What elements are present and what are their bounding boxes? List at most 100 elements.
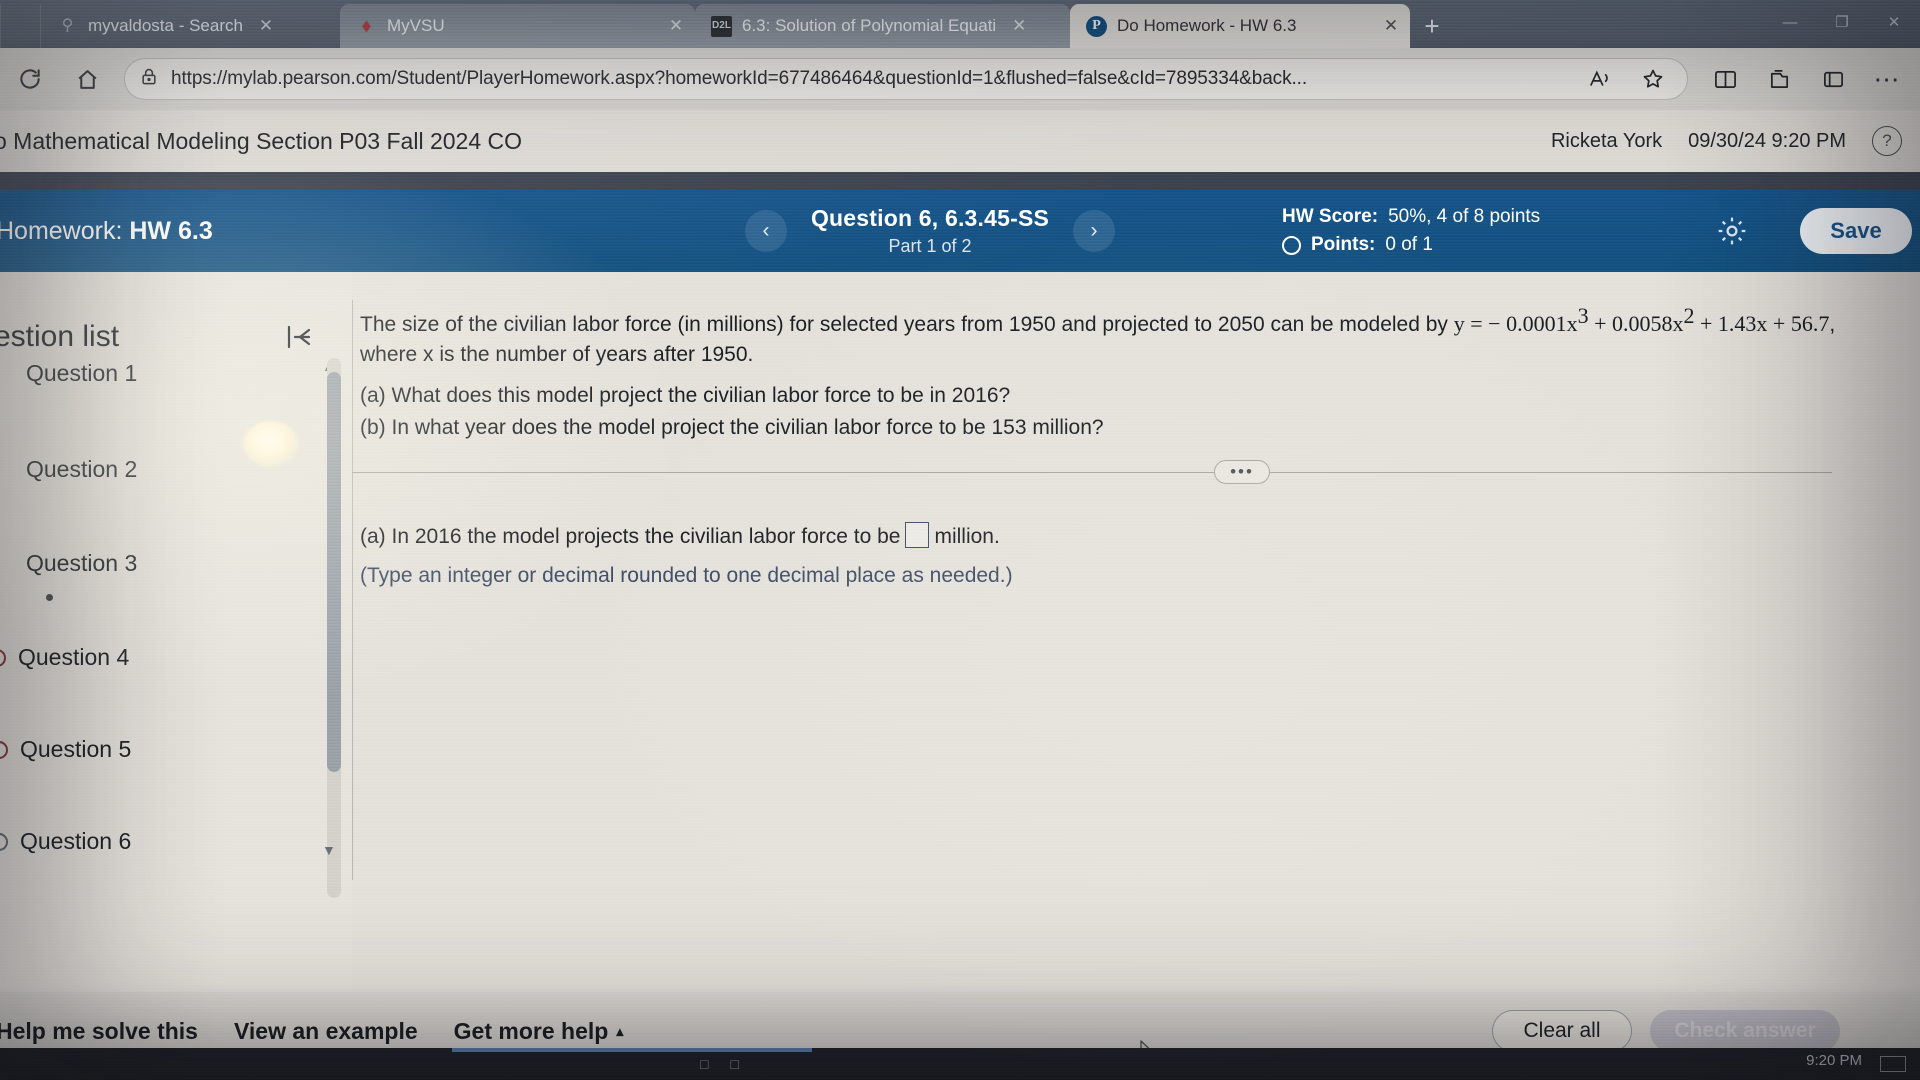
- problem-stem-part1: The size of the civilian labor force (in…: [360, 313, 1454, 336]
- question-panel: The size of the civilian labor force (in…: [352, 272, 1920, 992]
- taskbar-icon-1[interactable]: □: [700, 1056, 708, 1072]
- maximize-button[interactable]: ❐: [1816, 13, 1868, 31]
- sidebar-item-question-5[interactable]: Question 5: [0, 736, 131, 763]
- course-title: o Mathematical Modeling Section P03 Fall…: [0, 127, 523, 154]
- points-status-icon: [1282, 235, 1301, 255]
- minimize-button[interactable]: —: [1764, 14, 1816, 31]
- help-icon[interactable]: ?: [1872, 126, 1902, 156]
- answer-input[interactable]: [905, 522, 930, 548]
- refresh-icon[interactable]: [0, 52, 60, 106]
- question-status-icon: [0, 461, 14, 479]
- sidebar-item-question-4[interactable]: Question 4: [0, 644, 129, 671]
- content-area: estion list ▲ ▼ Question 1 Question 2 Qu…: [0, 272, 1920, 1080]
- close-icon[interactable]: ✕: [663, 13, 689, 39]
- points-label: Points:: [1311, 234, 1376, 255]
- problem-equation-1: y = − 0.0001x: [1453, 311, 1578, 336]
- scroll-down-arrow[interactable]: ▼: [322, 842, 336, 858]
- close-window-button[interactable]: ✕: [1868, 13, 1920, 31]
- address-bar[interactable]: https://mylab.pearson.com/Student/Player…: [124, 58, 1688, 100]
- taskbar-active-window-indicator[interactable]: [452, 1048, 812, 1052]
- home-icon[interactable]: [60, 52, 114, 106]
- problem-equation-3: + 1.43x + 56.7: [1694, 311, 1830, 336]
- sidebar-item-question-2[interactable]: Question 2: [0, 456, 137, 483]
- nav-right-icons: ⋯: [1698, 52, 1920, 106]
- expand-more-button[interactable]: •••: [1214, 460, 1270, 484]
- hw-score-value: 50%, 4 of 8 points: [1388, 206, 1541, 227]
- check-answer-button[interactable]: Check answer: [1650, 1010, 1840, 1052]
- problem-exponent-1: 3: [1577, 303, 1589, 328]
- question-progress-dot: [46, 594, 53, 601]
- sidebar-item-label: Question 4: [18, 644, 130, 670]
- browser-tab-label: MyVSU: [387, 16, 445, 35]
- split-screen-icon[interactable]: [1698, 52, 1752, 106]
- app-header: o Mathematical Modeling Section P03 Fall…: [0, 110, 1920, 172]
- user-name: Ricketa York: [1550, 129, 1663, 152]
- sidebar-item-label: Question 1: [26, 360, 138, 386]
- browser-tab-strip: ⚲ myvaldosta - Search ✕ ♦ MyVSU ✕ D2L 6.…: [0, 0, 1920, 48]
- taskbar-clock[interactable]: 9:20 PM: [1806, 1052, 1862, 1069]
- star-icon[interactable]: [1633, 52, 1673, 106]
- get-more-help-label: Get more help: [453, 1018, 609, 1044]
- points-line: Points: 0 of 1: [1282, 234, 1540, 256]
- close-icon[interactable]: ✕: [1378, 13, 1404, 39]
- previous-question-button[interactable]: ‹: [745, 210, 787, 252]
- taskbar-icon-2[interactable]: □: [730, 1056, 738, 1072]
- save-button[interactable]: Save: [1800, 208, 1912, 254]
- close-icon[interactable]: ✕: [253, 13, 279, 39]
- next-question-button[interactable]: ›: [1073, 210, 1115, 252]
- sidebar-item-question-3[interactable]: Question 3: [0, 550, 137, 577]
- lock-icon: [139, 67, 159, 92]
- view-an-example-button[interactable]: View an example: [234, 1018, 418, 1045]
- screen-photo: ⚲ myvaldosta - Search ✕ ♦ MyVSU ✕ D2L 6.…: [0, 0, 1920, 1080]
- browser-tab-1[interactable]: ♦ MyVSU ✕: [340, 4, 695, 48]
- points-value: 0 of 1: [1385, 234, 1433, 255]
- close-icon[interactable]: ✕: [1006, 13, 1032, 39]
- sidebar-item-label: Question 5: [20, 736, 132, 762]
- homework-name: HW 6.3: [129, 216, 213, 245]
- problem-part-b: (b) In what year does the model project …: [360, 415, 1104, 439]
- question-title-block: Question 6, 6.3.45-SS Part 1 of 2: [805, 205, 1055, 257]
- help-me-solve-this-button[interactable]: Help me solve this: [0, 1018, 198, 1045]
- clear-all-button[interactable]: Clear all: [1492, 1010, 1632, 1052]
- chevron-up-icon: ▴: [616, 1023, 624, 1039]
- sidebar-scrollbar-thumb[interactable]: [327, 372, 341, 772]
- answer-prompt-prefix: (a) In 2016 the model projects the civil…: [360, 525, 901, 548]
- sidebar-item-question-1[interactable]: Question 1: [0, 360, 137, 387]
- homework-title: Homework: HW 6.3: [0, 217, 213, 246]
- problem-statement: The size of the civilian labor force (in…: [360, 305, 1860, 371]
- question-status-icon: [0, 365, 14, 383]
- section-divider: [352, 472, 1832, 473]
- browser-tab-0[interactable]: ⚲ myvaldosta - Search ✕: [40, 4, 340, 48]
- question-title: Question 6, 6.3.45-SS: [810, 205, 1050, 231]
- question-status-icon: [0, 555, 14, 573]
- more-options-icon[interactable]: ⋯: [1860, 52, 1914, 106]
- problem-part-a: (a) What does this model project the civ…: [360, 384, 1011, 407]
- collections-icon[interactable]: [1752, 52, 1806, 106]
- read-aloud-icon[interactable]: [1581, 52, 1621, 106]
- browser-tab-label: 6.3: Solution of Polynomial Equati: [742, 16, 997, 35]
- problem-subquestions: (a) What does this model project the civ…: [360, 380, 1560, 443]
- new-tab-button[interactable]: +: [1410, 4, 1454, 48]
- app-header-right: Ricketa York 09/30/24 9:20 PM ?: [1551, 126, 1902, 156]
- hw-score-label: HW Score:: [1282, 206, 1379, 227]
- help-links: Help me solve this View an example Get m…: [0, 1018, 623, 1045]
- sidebar-item-label: Question 3: [26, 550, 138, 576]
- collapse-panel-icon[interactable]: [282, 322, 316, 360]
- question-navigator: ‹ Question 6, 6.3.45-SS Part 1 of 2 ›: [745, 190, 1115, 272]
- score-block: HW Score: 50%, 4 of 8 points Points: 0 o…: [1282, 190, 1540, 272]
- browser-tab-label: Do Homework - HW 6.3: [1117, 16, 1297, 35]
- gear-icon[interactable]: [1715, 214, 1749, 248]
- get-more-help-button[interactable]: Get more help ▴: [454, 1018, 624, 1045]
- question-status-icon: [0, 740, 8, 759]
- browser-tab-2[interactable]: D2L 6.3: Solution of Polynomial Equati ✕: [695, 4, 1070, 48]
- url-text: https://mylab.pearson.com/Student/Player…: [171, 68, 1308, 89]
- question-list-heading: estion list: [0, 320, 120, 353]
- sidebar-item-question-6[interactable]: Question 6: [0, 828, 131, 855]
- homework-bar: Homework: HW 6.3 ‹ Question 6, 6.3.45-SS…: [0, 190, 1920, 272]
- browser-tab-3[interactable]: P Do Homework - HW 6.3 ✕: [1070, 4, 1410, 48]
- browser-essentials-icon[interactable]: [1806, 52, 1860, 106]
- tab-strip-edge: [0, 4, 40, 48]
- taskbar-tray-icon[interactable]: [1880, 1056, 1906, 1072]
- sidebar-item-label: Question 6: [20, 828, 132, 854]
- search-icon: ⚲: [61, 17, 74, 34]
